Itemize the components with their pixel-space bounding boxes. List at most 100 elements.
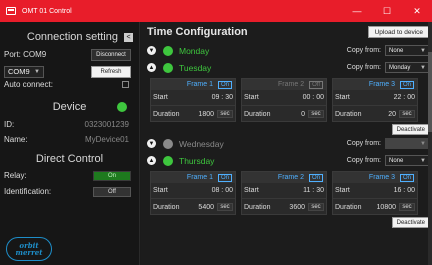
deactivate-button[interactable]: Deactivate bbox=[391, 124, 430, 135]
frame-toggle[interactable]: On bbox=[399, 173, 414, 182]
refresh-button[interactable]: Refresh bbox=[91, 65, 131, 78]
chevron-down-icon: ▼ bbox=[420, 47, 426, 54]
frame-header: Frame 2 Off bbox=[242, 79, 326, 90]
chevron-down-icon: ▼ bbox=[420, 140, 426, 147]
day-row-thursday: ▲ Thursday Copy from: None ▼ bbox=[147, 152, 432, 169]
sidebar: Connection setting < Port: COM9 Disconne… bbox=[0, 22, 140, 265]
chevron-up-icon[interactable]: ▲ bbox=[147, 156, 156, 165]
collapse-sidebar-button[interactable]: < bbox=[124, 32, 133, 42]
copy-from-label: Copy from: bbox=[346, 157, 381, 164]
duration-value[interactable]: 10800 bbox=[377, 204, 396, 211]
auto-connect-checkbox[interactable] bbox=[122, 81, 129, 88]
auto-connect-label: Auto connect: bbox=[4, 80, 53, 89]
day-name: Thursday bbox=[179, 155, 215, 166]
frame-name: Frame 3 bbox=[368, 174, 395, 181]
frame-duration-row: Duration 5400 sec bbox=[151, 199, 235, 215]
duration-value[interactable]: 1800 bbox=[198, 111, 214, 118]
day-row-wednesday: ▼ Wednesday Copy from: ▼ bbox=[147, 135, 432, 152]
seconds-unit: sec bbox=[308, 203, 324, 211]
day-row-tuesday: ▲ Tuesday Copy from: Monday ▼ bbox=[147, 59, 432, 76]
copy-from-control: Copy from: None ▼ bbox=[347, 155, 430, 166]
day-active-indicator[interactable] bbox=[163, 155, 173, 166]
frame-header: Frame 3 On bbox=[333, 79, 417, 90]
close-button[interactable]: ✕ bbox=[402, 0, 432, 22]
relay-toggle[interactable]: On bbox=[93, 170, 131, 181]
frame-card: Frame 3 On Start 22 : 00 Duration 20 sec bbox=[332, 78, 418, 122]
chevron-down-icon: ▼ bbox=[420, 157, 426, 164]
frames-tuesday: Frame 1 On Start 09 : 30 Duration 1800 sec Fram… bbox=[147, 76, 432, 122]
start-time[interactable]: 00 : 00 bbox=[303, 94, 324, 101]
start-time[interactable]: 09 : 30 bbox=[212, 94, 233, 101]
copy-from-value: None bbox=[389, 157, 404, 164]
chevron-down-icon[interactable]: ▼ bbox=[147, 46, 156, 55]
day-row-monday: ▼ Monday Copy from: None ▼ bbox=[147, 42, 432, 59]
start-minutes[interactable]: 00 bbox=[225, 187, 233, 194]
start-minutes[interactable]: 30 bbox=[316, 187, 324, 194]
start-time[interactable]: 08 : 00 bbox=[212, 187, 233, 194]
device-name-value: MyDevice01 bbox=[84, 134, 129, 144]
day-active-indicator[interactable] bbox=[163, 138, 173, 149]
day-active-indicator[interactable] bbox=[163, 45, 173, 56]
seconds-unit: sec bbox=[399, 110, 415, 118]
upload-to-device-button[interactable]: Upload to device bbox=[367, 26, 430, 38]
relay-label: Relay: bbox=[4, 171, 27, 180]
frame-toggle[interactable]: On bbox=[217, 80, 232, 89]
copy-from-select[interactable]: Monday ▼ bbox=[385, 62, 430, 73]
copy-from-select[interactable]: None ▼ bbox=[385, 45, 430, 56]
direct-control-heading: Direct Control bbox=[35, 153, 104, 165]
start-time[interactable]: 16 : 00 bbox=[394, 187, 415, 194]
frame-header: Frame 2 On bbox=[242, 172, 326, 183]
day-name: Wednesday bbox=[179, 138, 224, 149]
copy-from-select[interactable]: ▼ bbox=[385, 138, 430, 149]
duration-value[interactable]: 0 bbox=[301, 111, 305, 118]
start-hours[interactable]: 08 bbox=[212, 187, 220, 194]
chevron-up-icon[interactable]: ▲ bbox=[147, 63, 156, 72]
start-time[interactable]: 11 : 30 bbox=[303, 187, 324, 194]
frame-toggle[interactable]: Off bbox=[309, 80, 323, 89]
copy-from-value: None bbox=[389, 47, 404, 54]
frame-card: Frame 1 On Start 08 : 00 Duration 5400 sec bbox=[150, 171, 236, 215]
frame-name: Frame 2 bbox=[278, 81, 305, 88]
device-id-label: ID: bbox=[4, 119, 15, 129]
device-header: Device bbox=[4, 99, 135, 115]
start-label: Start bbox=[244, 94, 259, 101]
frame-start-row: Start 11 : 30 bbox=[242, 183, 326, 199]
copy-from-select[interactable]: None ▼ bbox=[385, 155, 430, 166]
start-minutes[interactable]: 30 bbox=[225, 94, 233, 101]
start-minutes[interactable]: 00 bbox=[407, 187, 415, 194]
minimize-button[interactable]: — bbox=[342, 0, 372, 22]
vertical-scrollbar[interactable] bbox=[428, 22, 432, 265]
start-time[interactable]: 22 : 00 bbox=[394, 94, 415, 101]
duration-value[interactable]: 20 bbox=[388, 111, 396, 118]
copy-from-control: Copy from: Monday ▼ bbox=[347, 62, 430, 73]
maximize-button[interactable]: ☐ bbox=[372, 0, 402, 22]
chevron-down-icon[interactable]: ▼ bbox=[147, 139, 156, 148]
start-hours[interactable]: 11 bbox=[303, 187, 310, 194]
start-hours[interactable]: 22 bbox=[394, 94, 402, 101]
disconnect-button[interactable]: Disconnect bbox=[91, 48, 131, 61]
frame-toggle[interactable]: On bbox=[399, 80, 414, 89]
day-active-indicator[interactable] bbox=[163, 62, 173, 73]
duration-value[interactable]: 3600 bbox=[289, 204, 305, 211]
start-hours[interactable]: 09 bbox=[212, 94, 220, 101]
frame-card: Frame 2 On Start 11 : 30 Duration 3600 sec bbox=[241, 171, 327, 215]
page-title: Time Configuration bbox=[147, 26, 248, 38]
port-select[interactable]: COM9 ▼ bbox=[4, 65, 44, 78]
frame-name: Frame 3 bbox=[368, 81, 395, 88]
start-hours[interactable]: 16 bbox=[394, 187, 402, 194]
frame-toggle[interactable]: On bbox=[217, 173, 232, 182]
device-id-value: 0323001239 bbox=[84, 119, 130, 129]
start-minutes[interactable]: 00 bbox=[316, 94, 324, 101]
title-bar: OMT 01 Control — ☐ ✕ bbox=[0, 0, 432, 22]
identification-toggle[interactable]: Off bbox=[93, 186, 131, 197]
start-hours[interactable]: 00 bbox=[303, 94, 311, 101]
frame-toggle[interactable]: On bbox=[308, 173, 323, 182]
deactivate-row: Deactivate bbox=[147, 124, 432, 135]
frame-duration-row: Duration 20 sec bbox=[333, 106, 417, 122]
start-minutes[interactable]: 00 bbox=[407, 94, 415, 101]
deactivate-button[interactable]: Deactivate bbox=[391, 217, 430, 228]
scrollbar-thumb[interactable] bbox=[428, 52, 432, 132]
duration-value[interactable]: 5400 bbox=[198, 204, 214, 211]
day-name: Monday bbox=[179, 45, 210, 56]
time-configuration-panel: Time Configuration Upload to device ▼ Mon… bbox=[141, 22, 432, 265]
